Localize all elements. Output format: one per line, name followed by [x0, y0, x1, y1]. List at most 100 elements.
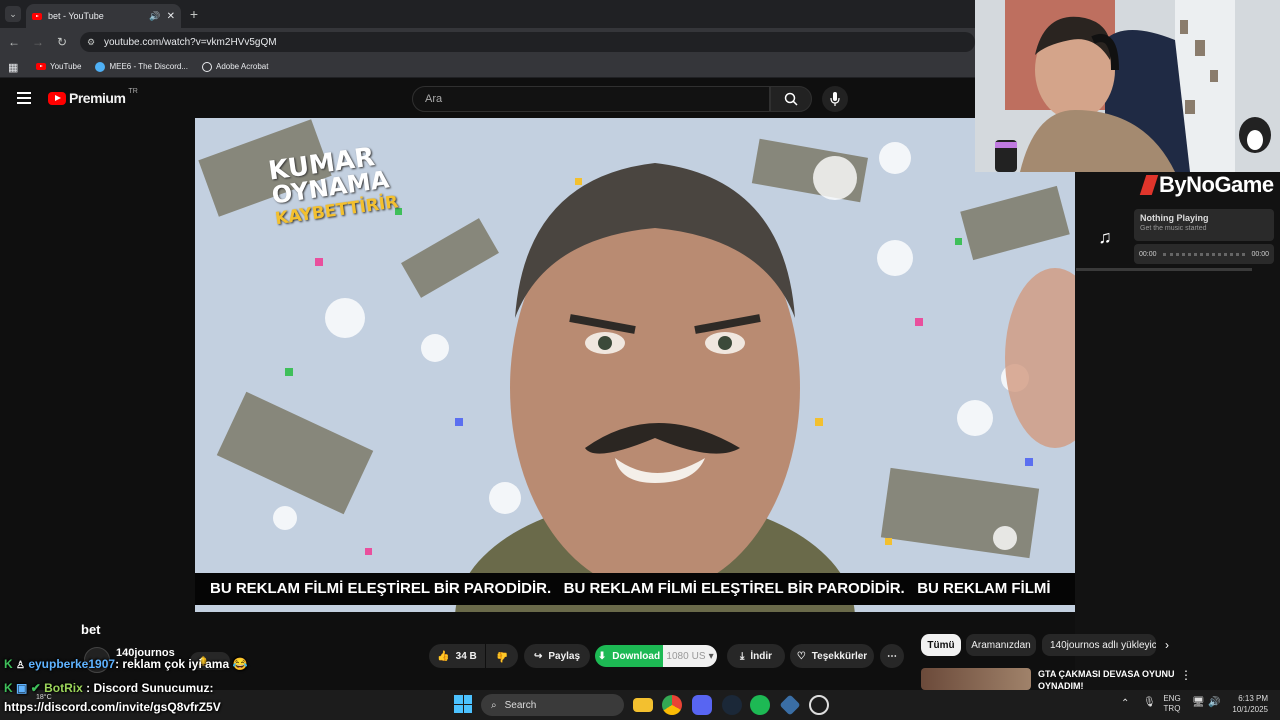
new-tab-button[interactable]: +: [186, 6, 202, 22]
bynogame-logo-icon: [1139, 175, 1159, 195]
youtube-bookmark-icon: [36, 63, 46, 70]
chip-label: 140journos adlı yükleyic: [1050, 639, 1156, 651]
bookmark-label: Adobe Acrobat: [215, 62, 269, 71]
download-icon: ⤓: [739, 650, 745, 662]
chat-message-1: K ♙ eyupberke1907: reklam çok iyi ama 😂: [4, 657, 247, 671]
chat-text: : Discord Sunucumuz:: [86, 681, 214, 695]
app-circle-icon[interactable]: [809, 695, 829, 715]
hamburger-menu-icon[interactable]: [17, 92, 31, 104]
reload-button[interactable]: ↻: [54, 34, 70, 50]
chip-uploader[interactable]: 140journos adlı yükleyic: [1042, 634, 1156, 656]
network-icon[interactable]: 🖥: [1192, 697, 1205, 708]
tab-close-icon[interactable]: ✕: [167, 11, 175, 22]
chip-label: Aramanızdan: [971, 639, 1031, 651]
system-tray-chevron-icon[interactable]: ⌃: [1121, 698, 1129, 709]
voice-search-button[interactable]: [822, 86, 848, 112]
recommendation-menu-icon[interactable]: ⋮: [1180, 668, 1192, 682]
search-button[interactable]: [770, 86, 812, 112]
quality-value: 1080: [666, 650, 689, 662]
chrome-icon[interactable]: [662, 695, 682, 715]
search-input[interactable]: Ara: [412, 86, 770, 112]
spotify-icon[interactable]: [750, 695, 770, 715]
music-progress-bar[interactable]: [1162, 252, 1246, 256]
volume-icon[interactable]: 🔊: [1208, 697, 1220, 708]
chat-user-badge-icon: ♙: [16, 660, 25, 671]
chip-from-search[interactable]: Aramanızdan: [966, 634, 1036, 656]
tab-audio-icon[interactable]: 🔊: [149, 11, 160, 22]
share-icon: ↪: [533, 650, 543, 662]
chat-badge-icon: K: [4, 657, 13, 671]
indir-label: İndir: [750, 650, 773, 662]
dislike-button[interactable]: 👍: [486, 644, 518, 668]
search-icon: [784, 92, 798, 106]
widget-divider: [1076, 268, 1252, 271]
recommendation-thumbnail[interactable]: [921, 668, 1031, 690]
address-bar[interactable]: ⚙ youtube.com/watch?v=vkm2HVv5gQM: [80, 32, 975, 52]
share-label: Paylaş: [548, 650, 581, 662]
webcam-overlay: [975, 0, 1280, 172]
site-info-icon[interactable]: ⚙: [87, 37, 95, 48]
subtitle-text: BU REKLAM FİLMİ ELEŞTİREL BİR PARODİDİR.…: [210, 580, 1051, 597]
steam-icon[interactable]: [722, 695, 742, 715]
youtube-favicon-icon: [32, 12, 42, 20]
thanks-heart-icon: ♡: [796, 650, 806, 662]
music-note-icon: ♫: [1098, 226, 1112, 247]
chat-link-text: https://discord.com/invite/gsQ8vfrZ5V: [4, 700, 221, 714]
recommendation-title[interactable]: GTA ÇAKMASI DEVASA OYUNU OYNADIM!: [1038, 668, 1178, 692]
quality-suffix: US: [691, 650, 706, 662]
chat-bot-badge-icon: ▣: [16, 681, 28, 695]
apps-grid-icon[interactable]: ▦: [8, 61, 18, 74]
video-subtitle-bar: BU REKLAM FİLMİ ELEŞTİREL BİR PARODİDİR.…: [195, 573, 1075, 605]
taskbar-search-box[interactable]: ⌕ Search: [481, 694, 624, 716]
thanks-label: Teşekkürler: [811, 650, 868, 662]
bookmark-adobe-acrobat[interactable]: Adobe Acrobat: [201, 61, 269, 72]
more-horizontal-icon: ⋯: [887, 650, 897, 662]
thumbs-up-icon: 👍: [437, 650, 450, 662]
chat-badge-icon: K: [4, 681, 13, 695]
like-button[interactable]: 👍 34 B: [429, 644, 485, 668]
windows-start-icon[interactable]: [454, 695, 472, 713]
chat-text: : reklam çok iyi ama 😂: [115, 657, 248, 671]
tab-search-chevron-icon[interactable]: ⌄: [5, 6, 21, 22]
language-line-2: TRQ: [1163, 704, 1181, 713]
share-button[interactable]: ↪ Paylaş: [524, 644, 590, 668]
browser-tab-youtube[interactable]: bet - YouTube 🔊 ✕: [26, 4, 181, 28]
youtube-premium-logo[interactable]: Premium TR: [48, 87, 138, 106]
clock-date: 10/1/2025: [1232, 705, 1268, 714]
time-start: 00:00: [1139, 250, 1157, 258]
clock-time: 6:13 PM: [1238, 694, 1268, 703]
music-progress-row: 00:00 00:00: [1134, 244, 1274, 264]
download-extension-button[interactable]: ⬇ Download: [595, 645, 663, 667]
now-playing-status: Nothing Playing: [1140, 213, 1209, 223]
tray-microphone-icon[interactable]: 🎙: [1143, 697, 1156, 708]
chat-verified-icon: ✔: [30, 681, 41, 695]
bookmark-mee6[interactable]: MEE6 - The Discord...: [95, 61, 188, 72]
more-actions-button[interactable]: ⋯: [880, 644, 904, 668]
back-button[interactable]: ←: [6, 34, 22, 50]
clock[interactable]: 6:13 PM 10/1/2025: [1224, 693, 1268, 715]
chat-message-3: https://discord.com/invite/gsQ8vfrZ5V: [4, 700, 221, 714]
thumbs-down-icon: 👍: [495, 650, 509, 662]
webcam-scene: [975, 0, 1280, 172]
bynogame-brand-text: ByNoGame: [1159, 172, 1274, 197]
forward-button[interactable]: →: [30, 34, 46, 50]
like-count: 34 B: [455, 650, 477, 662]
chip-all[interactable]: Tümü: [921, 634, 961, 656]
file-explorer-icon[interactable]: [633, 698, 653, 712]
discord-icon[interactable]: [692, 695, 712, 715]
globe-icon: [201, 61, 212, 72]
chat-username: BotRix: [44, 681, 83, 695]
time-end: 00:00: [1251, 250, 1269, 258]
language-indicator[interactable]: ENG TRQ: [1160, 694, 1184, 714]
bookmark-youtube[interactable]: YouTube: [36, 62, 81, 71]
microphone-icon: [830, 92, 840, 106]
bookmark-label: MEE6 - The Discord...: [109, 62, 188, 71]
logo-country-badge: TR: [128, 87, 138, 95]
language-line-1: ENG: [1163, 694, 1181, 703]
indir-button[interactable]: ⤓ İndir: [727, 644, 785, 668]
video-player[interactable]: KUMAR OYNAMA KAYBETTİRİR: [195, 118, 1075, 612]
chips-next-chevron-icon[interactable]: ›: [1165, 638, 1169, 652]
thanks-button[interactable]: ♡ Teşekkürler: [790, 644, 874, 668]
search-icon: ⌕: [491, 699, 497, 711]
quality-select[interactable]: 1080 US ▾: [663, 645, 717, 667]
